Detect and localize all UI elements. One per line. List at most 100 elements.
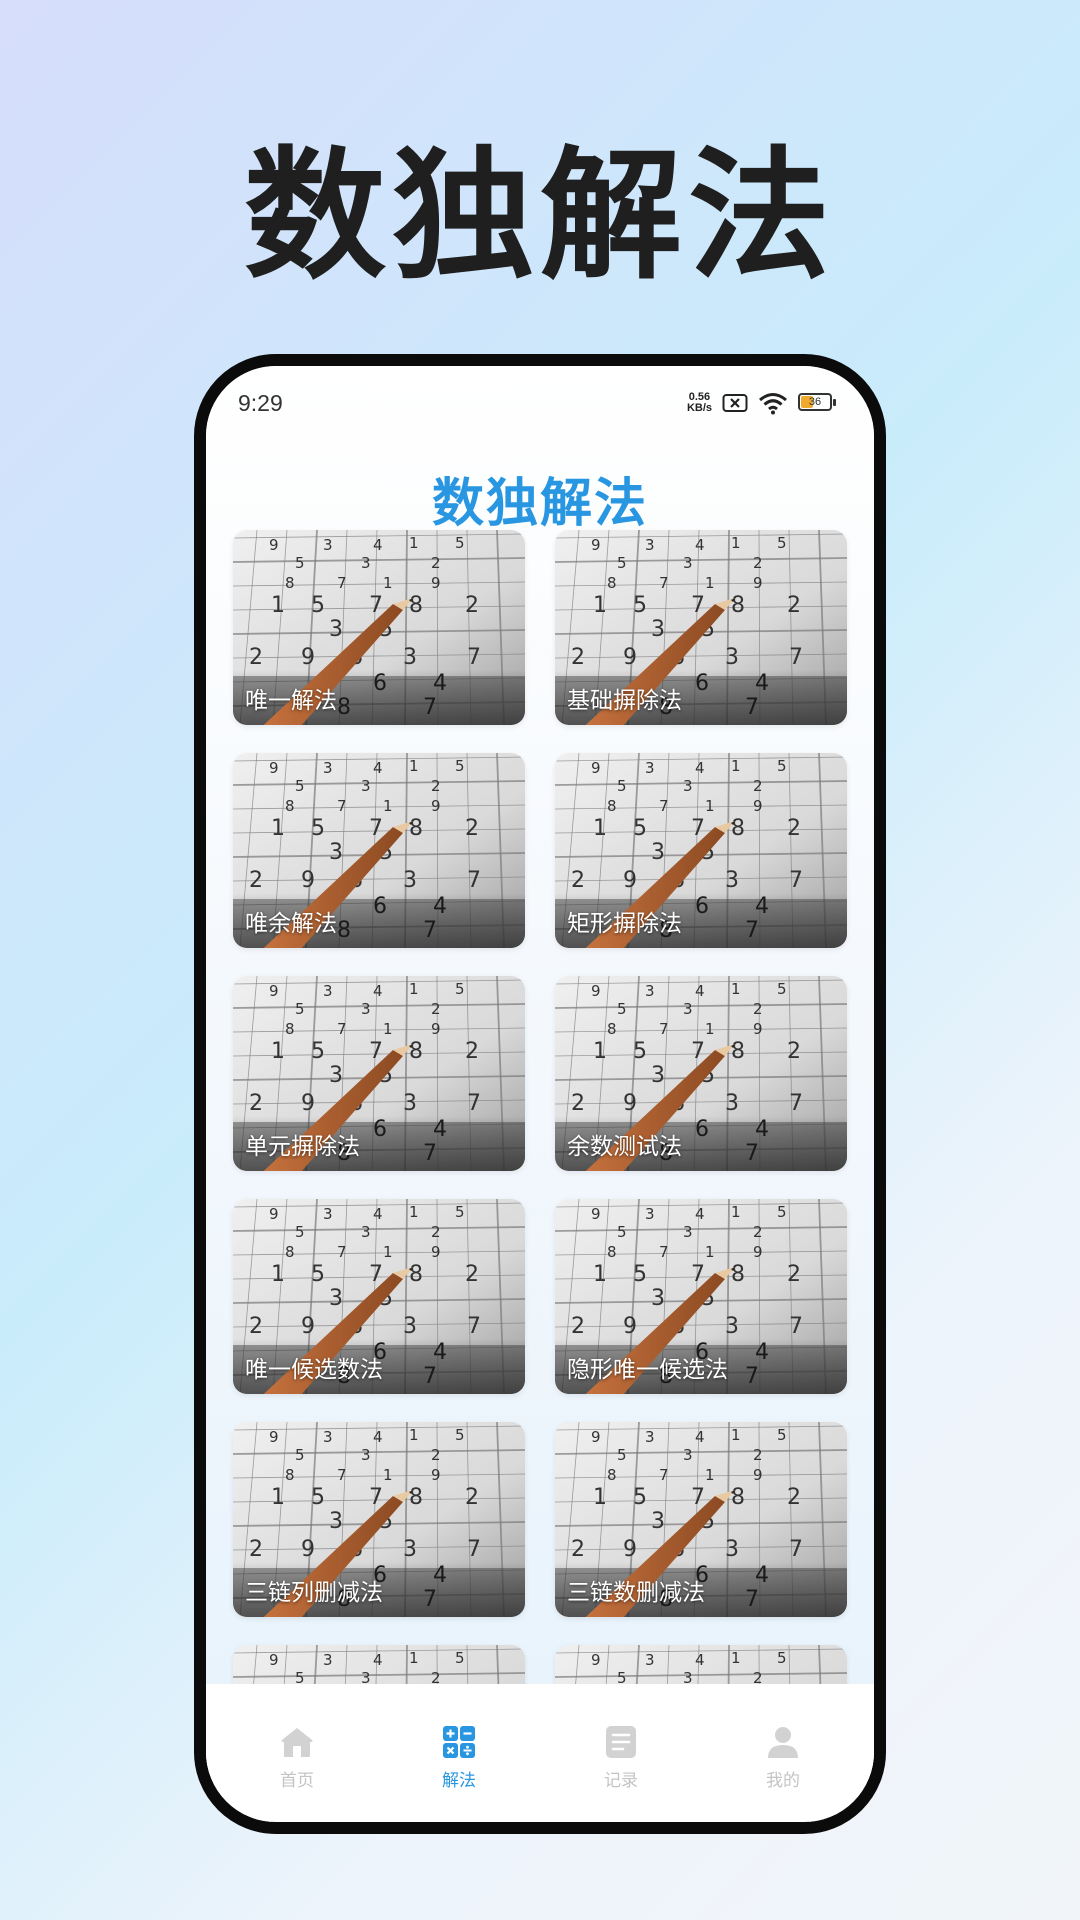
svg-text:3: 3	[645, 1651, 655, 1669]
svg-text:8: 8	[285, 1243, 295, 1261]
svg-text:1: 1	[271, 1485, 285, 1510]
svg-text:6: 6	[695, 671, 709, 696]
svg-text:3: 3	[361, 1000, 371, 1018]
method-card[interactable]: 9341553287191578235296376487单元摒除法	[233, 976, 525, 1171]
svg-text:7: 7	[745, 1364, 759, 1389]
svg-text:7: 7	[369, 1262, 383, 1287]
svg-text:9: 9	[753, 1466, 763, 1484]
svg-text:7: 7	[659, 574, 669, 592]
svg-text:3: 3	[683, 777, 693, 795]
method-card[interactable]: 9341553287191578235296376487余数测试法	[555, 976, 847, 1171]
svg-text:3: 3	[651, 1509, 665, 1534]
svg-text:9: 9	[431, 797, 441, 815]
method-card[interactable]: 9341553287191578235296376487隐形唯一候选法	[555, 1199, 847, 1394]
svg-text:2: 2	[571, 1537, 585, 1562]
svg-text:4: 4	[695, 982, 705, 1000]
svg-text:1: 1	[383, 574, 393, 592]
tab-records-label: 记录	[604, 1771, 638, 1791]
net-speed: 0.56 KB/s	[687, 392, 712, 414]
svg-text:2: 2	[571, 1314, 585, 1339]
svg-text:1: 1	[271, 1262, 285, 1287]
calculator-icon	[443, 1726, 475, 1758]
svg-text:3: 3	[323, 1205, 333, 1223]
svg-text:3: 3	[323, 536, 333, 554]
svg-text:4: 4	[755, 894, 769, 919]
svg-text:4: 4	[755, 1340, 769, 1365]
svg-text:5: 5	[295, 777, 305, 795]
method-card[interactable]: 9341553287191578235296376487三链数删减法	[555, 1422, 847, 1617]
svg-text:7: 7	[423, 1364, 437, 1389]
tab-home-label: 首页	[280, 1771, 314, 1791]
svg-text:2: 2	[753, 1446, 763, 1464]
svg-text:3: 3	[683, 1223, 693, 1241]
svg-text:9: 9	[623, 1314, 637, 1339]
svg-text:9: 9	[269, 982, 279, 1000]
svg-text:4: 4	[695, 1428, 705, 1446]
page-title: 数独解法	[431, 474, 648, 534]
svg-text:4: 4	[433, 1117, 447, 1142]
svg-text:9: 9	[301, 1537, 315, 1562]
tab-home[interactable]: 首页	[227, 1684, 367, 1822]
svg-text:1: 1	[731, 1426, 741, 1444]
svg-text:8: 8	[409, 1039, 423, 1064]
svg-text:4: 4	[433, 671, 447, 696]
tab-records[interactable]: 记录	[551, 1684, 691, 1822]
svg-text:3: 3	[323, 982, 333, 1000]
svg-text:1: 1	[383, 1020, 393, 1038]
svg-text:7: 7	[423, 1587, 437, 1612]
method-card[interactable]: 9341553287191578235296376487唯一解法	[233, 530, 525, 725]
svg-text:7: 7	[691, 1485, 705, 1510]
method-card[interactable]: 9341553287191578235296376487矩形摒除法	[555, 753, 847, 948]
svg-text:2: 2	[465, 593, 479, 618]
tab-methods[interactable]: 解法	[389, 1684, 529, 1822]
svg-text:8: 8	[731, 1262, 745, 1287]
svg-text:7: 7	[369, 1039, 383, 1064]
svg-text:3: 3	[329, 840, 343, 865]
svg-text:7: 7	[789, 1091, 803, 1116]
svg-text:5: 5	[777, 1426, 787, 1444]
svg-text:7: 7	[467, 1091, 481, 1116]
svg-text:1: 1	[731, 980, 741, 998]
svg-text:5: 5	[617, 554, 627, 572]
svg-text:2: 2	[753, 1223, 763, 1241]
svg-text:4: 4	[433, 1340, 447, 1365]
svg-text:2: 2	[787, 1039, 801, 1064]
svg-text:9: 9	[623, 1091, 637, 1116]
svg-text:7: 7	[691, 593, 705, 618]
method-card[interactable]: 9341553287191578235296376487基础摒除法	[555, 530, 847, 725]
status-icons: 0.56 KB/s 36	[687, 388, 838, 418]
svg-text:9: 9	[301, 1091, 315, 1116]
svg-text:3: 3	[323, 1428, 333, 1446]
method-card[interactable]: 9341553287191578235296376487唯余解法	[233, 753, 525, 948]
svg-text:3: 3	[329, 1509, 343, 1534]
svg-text:5: 5	[777, 1203, 787, 1221]
svg-text:2: 2	[465, 816, 479, 841]
svg-text:4: 4	[373, 759, 383, 777]
svg-text:9: 9	[623, 1537, 637, 1562]
svg-text:7: 7	[691, 1039, 705, 1064]
svg-text:5: 5	[295, 554, 305, 572]
svg-text:1: 1	[409, 980, 419, 998]
bottom-tab-bar: 首页 解法 记录 我的	[206, 1684, 874, 1822]
svg-text:8: 8	[337, 918, 351, 943]
svg-text:9: 9	[591, 1205, 601, 1223]
svg-text:1: 1	[731, 534, 741, 552]
svg-text:5: 5	[633, 816, 647, 841]
svg-text:1: 1	[409, 1203, 419, 1221]
tab-profile[interactable]: 我的	[713, 1684, 853, 1822]
svg-text:2: 2	[787, 1485, 801, 1510]
method-card[interactable]: 9341553287191578235296376487三链列删减法	[233, 1422, 525, 1617]
net-speed-unit: KB/s	[686, 402, 712, 414]
svg-text:1: 1	[409, 1426, 419, 1444]
svg-text:3: 3	[403, 1537, 417, 1562]
svg-text:8: 8	[285, 797, 295, 815]
svg-text:8: 8	[337, 695, 351, 720]
svg-text:9: 9	[591, 759, 601, 777]
svg-text:3: 3	[645, 1428, 655, 1446]
svg-text:1: 1	[383, 1243, 393, 1261]
svg-text:7: 7	[337, 1466, 347, 1484]
method-card[interactable]: 9341553287191578235296376487唯一候选数法	[233, 1199, 525, 1394]
svg-text:5: 5	[633, 1485, 647, 1510]
svg-text:1: 1	[593, 1485, 607, 1510]
sim-off-icon	[722, 394, 748, 412]
